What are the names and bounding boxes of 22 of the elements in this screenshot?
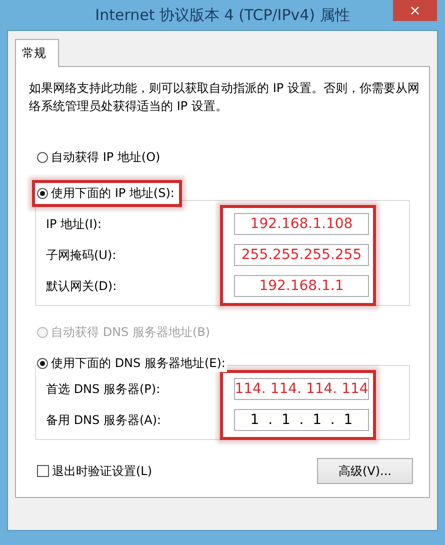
ip-field[interactable]: 1 . 1 . 1 . 1 [234,409,369,431]
radio-button[interactable] [37,152,48,163]
advanced-button[interactable]: 高级(V)... [317,458,413,484]
ip-field[interactable]: 114. 114. 114. 114 [234,378,369,400]
radio-label[interactable]: 使用下面的 IP 地址(S): [48,185,176,202]
ip-field[interactable]: 192.168.1.1 [234,275,369,297]
description-text: 如果网络支持此功能，则可以获取自动指派的 IP 设置。否则，你需要从网络系统管理员处获得适当的 IP 设置。 [29,80,420,115]
checkbox-label[interactable]: 退出时验证设置(L) [52,462,152,480]
window-title: Internet 协议版本 4 (TCP/IPv4) 属性 [95,6,350,24]
field-label: 子网掩码(U): [46,246,118,264]
checkbox[interactable] [37,465,49,477]
close-button[interactable]: × [393,0,437,21]
radio-button[interactable] [37,358,48,369]
field-label: IP 地址(I): [46,216,103,232]
field-label: 备用 DNS 服务器(A): [46,412,162,428]
field-label: 默认网关(D): [46,278,118,294]
tab[interactable]: 常规 [15,39,59,67]
radio-label[interactable]: 使用下面的 DNS 服务器地址(E): [48,355,228,372]
ip-field[interactable]: 192.168.1.108 [234,213,369,235]
radio-button[interactable] [37,188,48,199]
field-label: 首选 DNS 服务器(P): [46,380,162,398]
ip-field[interactable]: 255.255.255.255 [234,244,369,266]
